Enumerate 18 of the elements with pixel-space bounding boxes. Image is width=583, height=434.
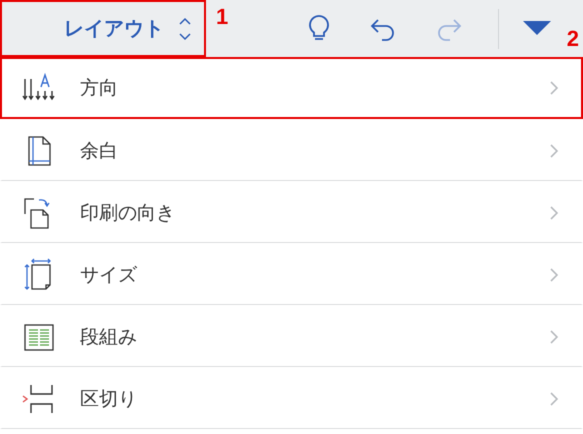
chevron-right-icon	[549, 266, 559, 282]
chevron-right-icon	[549, 390, 559, 406]
chevron-right-icon	[549, 142, 559, 158]
callout-number: 1	[216, 4, 228, 30]
menu-item[interactable]: 区切り	[0, 367, 583, 429]
chevron-right-icon	[549, 80, 559, 96]
undo-icon[interactable]	[370, 16, 396, 40]
menu-item[interactable]: 余白	[0, 119, 583, 181]
callout-number: 2	[566, 26, 579, 52]
menu-item[interactable]: 方向	[0, 57, 583, 119]
chevron-up-down-icon	[178, 16, 192, 40]
dropdown-triangle-icon[interactable]	[523, 20, 552, 36]
chevron-right-icon	[549, 204, 559, 220]
chevron-right-icon	[549, 328, 559, 344]
menu-item[interactable]: サイズ	[0, 243, 583, 305]
menu-item[interactable]: 印刷の向き	[0, 181, 583, 243]
menu-item[interactable]: 段組み	[0, 305, 583, 367]
tab-selector[interactable]: レイアウト	[0, 0, 206, 57]
